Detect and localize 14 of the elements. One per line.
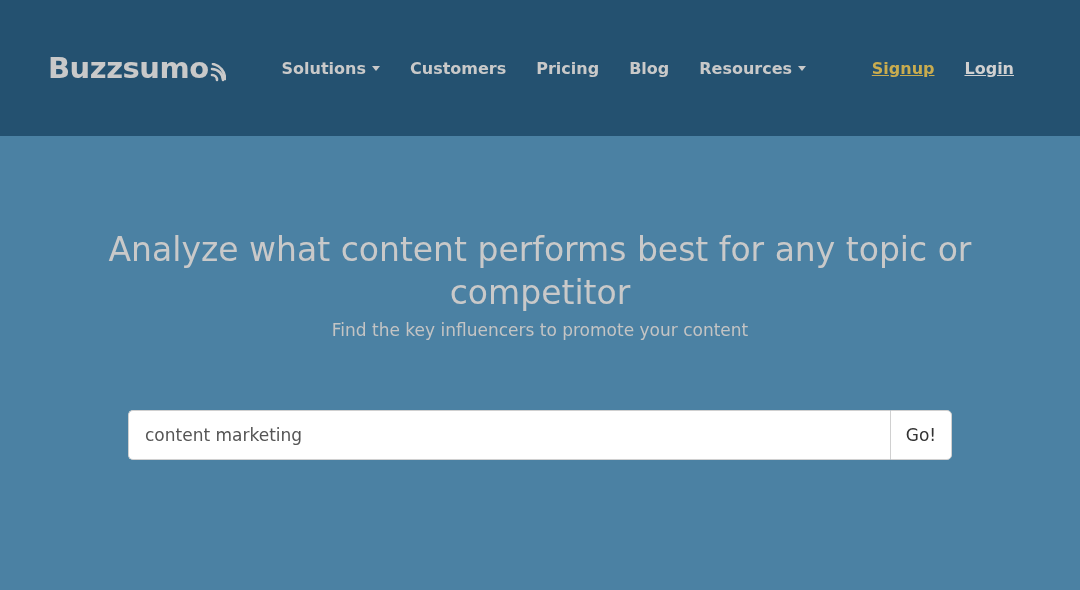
auth-link[interactable]: Login: [964, 58, 1014, 78]
caret-icon: [372, 65, 380, 71]
nav-link[interactable]: Customers: [410, 58, 507, 78]
auth-link[interactable]: Signup: [871, 58, 935, 78]
nav-link[interactable]: Solutions: [281, 58, 380, 78]
caret-icon: [798, 65, 807, 71]
logo[interactable]: Buzzsumo: [48, 51, 209, 85]
nav-link[interactable]: Pricing: [536, 58, 600, 78]
hero-title: Analyze what content performs best for any topic or competitor: [107, 229, 973, 314]
nav-link[interactable]: Resources: [699, 58, 807, 78]
nav-link[interactable]: Blog: [629, 58, 670, 78]
hero-subtitle: Find the key influencers to promote your content: [331, 320, 749, 340]
search-field[interactable]: content marketing: [128, 410, 890, 460]
go-button[interactable]: Go!: [890, 410, 952, 460]
